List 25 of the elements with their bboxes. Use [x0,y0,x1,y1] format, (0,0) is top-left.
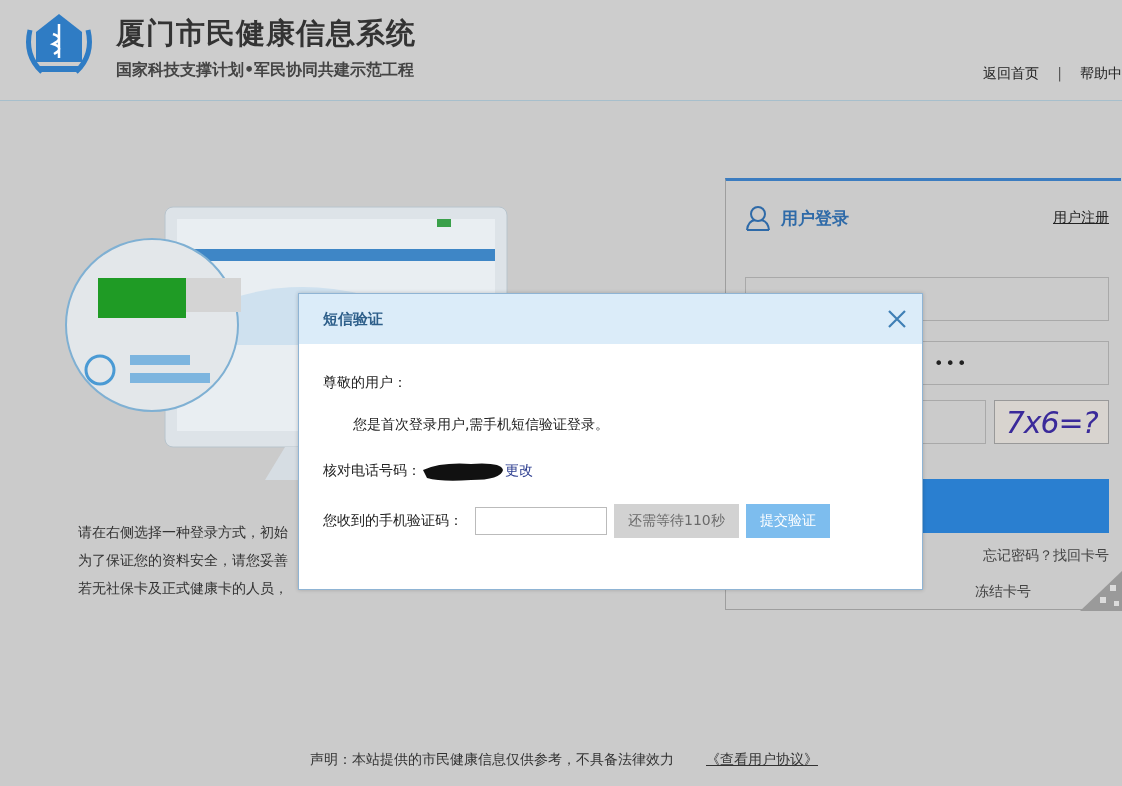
panel-title: 用户登录 [781,206,849,230]
captcha-image[interactable]: 7x6=? [994,400,1109,444]
phone-label: 核对电话号码： [323,462,421,480]
panel-link[interactable]: 冻结卡号 [975,583,1031,601]
panel-link[interactable]: 忘记密码？找回卡号 [983,547,1109,565]
intro-text: 请在右侧选择一种登录方式，初始 [78,523,289,542]
code-label: 您收到的手机验证码： [323,512,463,530]
intro-text: 若无社保卡及正式健康卡的人员， [78,579,289,598]
user-icon [745,205,771,231]
message-text: 您是首次登录用户,需手机短信验证登录。 [353,416,611,434]
dialog-title: 短信验证 [323,309,383,329]
nav-link[interactable]: 帮助中 [1080,65,1122,83]
register-link[interactable]: 用户注册 [1053,209,1109,227]
nav-separator: | [1057,65,1062,83]
qr-code-icon [1080,571,1122,611]
disclaimer-text: 声明：本站提供的市民健康信息仅供参考，不具备法律效力 [310,751,674,769]
intro-text: 为了保证您的资料安全，请您妥善 [78,551,289,570]
code-input-field[interactable] [475,507,607,535]
agreement-link[interactable]: 《查看用户协议》 [706,751,818,769]
close-icon[interactable] [886,308,908,330]
greeting-text: 尊敬的用户： [323,374,408,392]
nav-link[interactable]: 返回首页 [983,65,1040,83]
site-title: 厦门市民健康信息系统 [116,15,416,52]
site-subtitle: 国家科技支撑计划•军民协同共建示范工程 [116,60,416,81]
change-link[interactable]: 更改 [505,462,533,480]
